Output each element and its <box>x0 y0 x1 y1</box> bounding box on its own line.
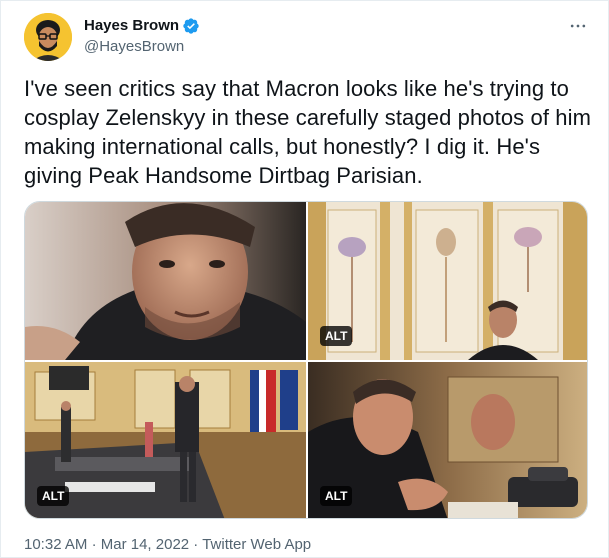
meta-separator: · <box>193 536 199 553</box>
author-handle[interactable]: @HayesBrown <box>84 38 184 56</box>
alt-badge[interactable]: ALT <box>320 486 353 506</box>
meta-separator: · <box>91 536 97 553</box>
tweet-text: I've seen critics say that Macron looks … <box>24 76 591 188</box>
tweet-date[interactable]: Mar 14, 2022 <box>101 536 189 553</box>
tweet-source[interactable]: Twitter Web App <box>202 536 311 553</box>
author-display-name[interactable]: Hayes Brown <box>84 17 179 35</box>
photo-2[interactable]: ALT <box>308 202 587 360</box>
media-grid: ALT ALT ALT <box>24 201 588 519</box>
author-name-row[interactable]: Hayes Brown <box>84 17 200 35</box>
user-avatar-icon[interactable] <box>24 13 72 61</box>
alt-badge[interactable]: ALT <box>37 486 70 506</box>
tweet-meta: 10:32 AM · Mar 14, 2022 · Twitter Web Ap… <box>24 535 311 555</box>
photo-4[interactable]: ALT <box>308 362 587 518</box>
photo-3[interactable]: ALT <box>25 362 306 518</box>
more-options-icon[interactable] <box>566 14 590 38</box>
verified-badge-icon <box>182 17 200 35</box>
photo-1[interactable] <box>25 202 306 360</box>
tweet-card: Hayes Brown @HayesBrown I've seen critic… <box>0 0 609 558</box>
tweet-time[interactable]: 10:32 AM <box>24 536 87 553</box>
alt-badge[interactable]: ALT <box>320 326 353 346</box>
